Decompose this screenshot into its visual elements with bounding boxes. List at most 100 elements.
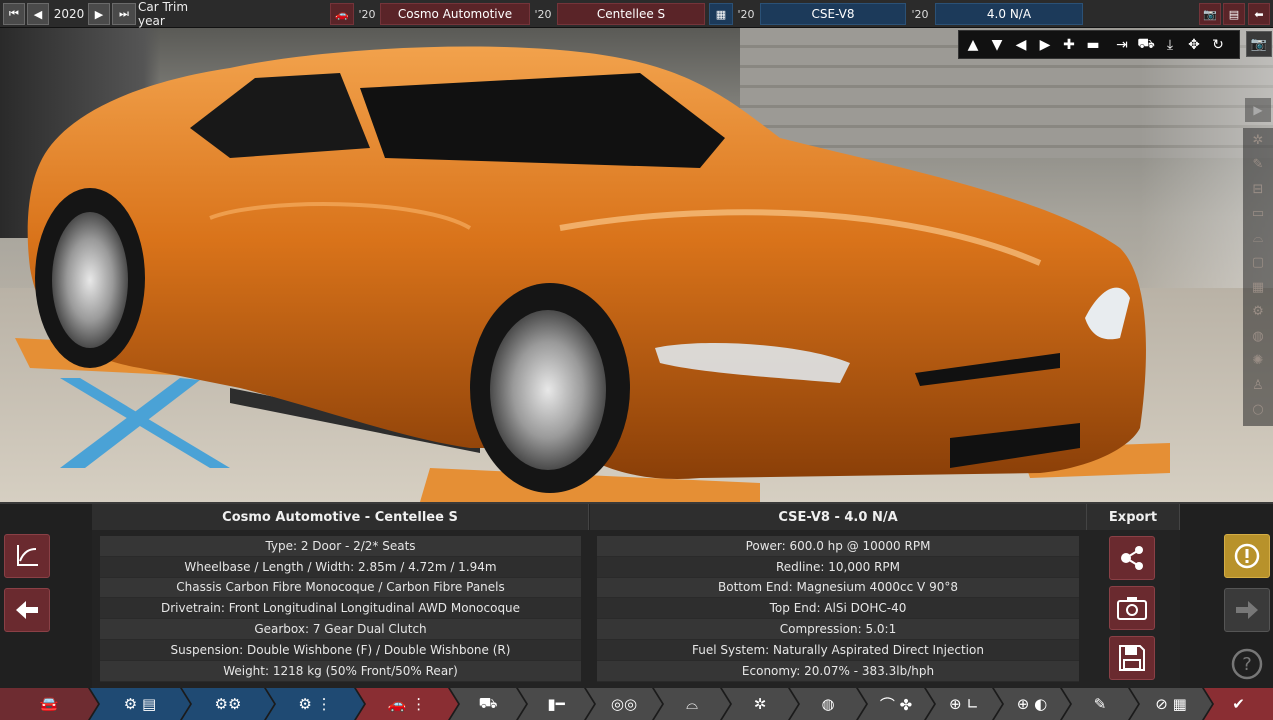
car-type-row: Type: 2 Door - 2/2* Seats — [100, 536, 581, 557]
engine-icon[interactable]: ▦ — [709, 3, 733, 25]
car-info-list: Type: 2 Door - 2/2* Seats Wheelbase / Le… — [100, 536, 581, 682]
tab-finish-check-icon[interactable]: ✔ — [1204, 688, 1273, 720]
tab-engine-family-icon[interactable]: ⚙ ▤ — [90, 688, 190, 720]
engine-bottom-end-row: Bottom End: Magnesium 4000cc V 90°8 — [597, 577, 1079, 599]
variant-year-prefix: '20 — [911, 7, 929, 21]
manufacturer-selector[interactable]: Cosmo Automotive — [380, 3, 530, 25]
tab-fixtures-icon[interactable]: ◎◎ — [586, 688, 662, 720]
engine-info-title: CSE-V8 - 4.0 N/A — [590, 504, 1087, 530]
last-year-button[interactable]: ⏭ — [112, 3, 136, 25]
first-year-button[interactable]: ⏮ — [3, 3, 25, 25]
camera-icon[interactable]: 📷 — [1199, 3, 1221, 25]
camera-control-panel: ▲ ▼ ◀ ▶ ✚ ▬ ⇥ ⛟ ⤓ ✥ ↻ — [958, 30, 1240, 59]
circle-view-icon[interactable]: ○ — [1243, 398, 1273, 423]
share-icon[interactable] — [1109, 536, 1155, 580]
car-chassis-row: Chassis Carbon Fibre Monocoque / Carbon … — [100, 577, 581, 599]
engine-family-selector[interactable]: CSE-V8 — [760, 3, 906, 25]
engine-redline-row: Redline: 10,000 RPM — [597, 556, 1079, 578]
export-title: Export — [1087, 504, 1180, 530]
engine-year-prefix: '20 — [737, 7, 755, 21]
screenshot-icon[interactable]: 📷 — [1246, 31, 1272, 57]
car-drivetrain-row: Drivetrain: Front Longitudinal Longitudi… — [100, 598, 581, 620]
car-gearbox-row: Gearbox: 7 Gear Dual Clutch — [100, 619, 581, 640]
trim-selector[interactable]: Centellee S — [557, 3, 705, 25]
zoom-out-icon[interactable]: ▬ — [1082, 34, 1104, 56]
wheel-view-icon[interactable]: ✲ — [1243, 128, 1273, 153]
next-year-button[interactable]: ▶ — [88, 3, 110, 25]
engine-view-icon[interactable]: ▦ — [1243, 275, 1273, 300]
expand-arrow-icon[interactable]: ▶ — [1245, 98, 1271, 122]
ground-view-icon[interactable]: ⤓ — [1159, 34, 1181, 56]
camera-down-icon[interactable]: ▼ — [986, 34, 1008, 56]
tab-aero-icon[interactable]: ⌒ ✤ — [858, 688, 934, 720]
move-to-side-icon[interactable]: ⇥ — [1111, 34, 1133, 56]
suspension-view-icon[interactable]: ⚙ — [1243, 300, 1273, 325]
tab-paint-icon[interactable]: ✎ — [1062, 688, 1138, 720]
warning-icon[interactable] — [1224, 534, 1270, 578]
frame-view-icon[interactable]: ▭ — [1243, 202, 1273, 227]
app-window: ⏮ ◀ 2020 ▶ ⏭ Car Trim year 🚗 '20 Cosmo A… — [0, 0, 1273, 720]
tab-trim-icon[interactable]: ⌓ — [654, 688, 730, 720]
rear-wheel — [35, 188, 145, 368]
tab-chassis-icon[interactable]: ▮━ — [518, 688, 594, 720]
tab-body-icon[interactable]: ⛟ — [450, 688, 526, 720]
back-arrow-button[interactable] — [4, 588, 50, 632]
left-action-column — [0, 504, 92, 688]
brake-view-icon[interactable]: ◍ — [1243, 324, 1273, 349]
car-model-icon[interactable]: 🚗 — [330, 3, 354, 25]
paint-view-icon[interactable]: ✎ — [1243, 153, 1273, 178]
car-3d-viewport[interactable] — [0, 28, 1273, 502]
help-icon[interactable]: ? — [1224, 642, 1270, 686]
engine-fuel-system-row: Fuel System: Naturally Aspirated Direct … — [597, 639, 1079, 661]
gear-view-icon[interactable]: ✺ — [1243, 349, 1273, 374]
engine-top-end-row: Top End: AlSi DOHC-40 — [597, 598, 1079, 620]
tab-wheels-icon[interactable]: ✲ — [722, 688, 798, 720]
tab-car-model-icon[interactable]: 🚘 — [0, 688, 98, 720]
model-year-prefix: '20 — [358, 7, 376, 21]
driver-view-icon[interactable]: ♙ — [1243, 373, 1273, 398]
zoom-in-icon[interactable]: ✚ — [1058, 34, 1080, 56]
top-toolbar: ⏮ ◀ 2020 ▶ ⏭ Car Trim year 🚗 '20 Cosmo A… — [0, 0, 1273, 28]
tab-interior-icon[interactable]: ⊕ ∟ — [926, 688, 1002, 720]
info-panel: Cosmo Automotive - Centellee S Type: 2 D… — [0, 502, 1273, 688]
right-action-column: ? — [1180, 504, 1273, 688]
tab-engine-tree-icon[interactable]: ⚙ ⋮ — [266, 688, 364, 720]
photo-icon[interactable] — [1109, 586, 1155, 630]
save-icon[interactable] — [1109, 636, 1155, 680]
camera-up-icon[interactable]: ▲ — [962, 34, 984, 56]
tab-car-trim-icon[interactable]: 🚗 ⋮ — [356, 688, 458, 720]
car-dimensions-row: Wheelbase / Length / Width: 2.85m / 4.72… — [100, 556, 581, 578]
reset-rotation-icon[interactable]: ↻ — [1207, 34, 1229, 56]
engine-variant-selector[interactable]: 4.0 N/A — [935, 3, 1083, 25]
engine-info-list: Power: 600.0 hp @ 10000 RPM Redline: 10,… — [597, 536, 1079, 682]
engine-compression-row: Compression: 5.0:1 — [597, 619, 1079, 640]
engine-power-row: Power: 600.0 hp @ 10000 RPM — [597, 536, 1079, 557]
export-column: Export — [1087, 504, 1180, 688]
car-model — [15, 46, 1170, 502]
interior-view-icon[interactable]: ▢ — [1243, 251, 1273, 276]
tab-tuning-icon[interactable]: ⊕ ◐ — [994, 688, 1070, 720]
chassis-view-icon[interactable]: ⊟ — [1243, 177, 1273, 202]
trim-year-prefix: '20 — [534, 7, 552, 21]
car-weight-row: Weight: 1218 kg (50% Front/50% Rear) — [100, 660, 581, 682]
body-view-icon[interactable]: ⌓ — [1243, 226, 1273, 251]
back-arrow-icon[interactable]: ⬅ — [1248, 3, 1270, 25]
spreadsheet-icon[interactable]: ▤ — [1223, 3, 1245, 25]
car-suspension-row: Suspension: Double Wishbone (F) / Double… — [100, 639, 581, 661]
previous-year-button[interactable]: ◀ — [27, 3, 49, 25]
next-arrow-icon[interactable] — [1224, 588, 1270, 632]
tab-engine-variant-icon[interactable]: ⚙⚙ — [182, 688, 274, 720]
front-view-icon[interactable]: ⛟ — [1135, 34, 1157, 56]
camera-right-icon[interactable]: ▶ — [1034, 34, 1056, 56]
front-wheel — [470, 283, 630, 493]
tab-testing-icon[interactable]: ⊘ ▦ — [1130, 688, 1212, 720]
graph-icon[interactable] — [4, 534, 50, 578]
engine-economy-row: Economy: 20.07% - 383.3lb/hph — [597, 660, 1079, 682]
car-info-title: Cosmo Automotive - Centellee S — [92, 504, 589, 530]
camera-left-icon[interactable]: ◀ — [1010, 34, 1032, 56]
svg-text:?: ? — [1242, 654, 1252, 675]
trim-year-label: Car Trim year — [138, 0, 189, 28]
pan-icon[interactable]: ✥ — [1183, 34, 1205, 56]
tab-brakes-icon[interactable]: ◍ — [790, 688, 866, 720]
design-stage-tabbar: 🚘 ⚙ ▤ ⚙⚙ ⚙ ⋮ 🚗 ⋮ ⛟ ▮━ ◎◎ ⌓ ✲ ◍ ⌒ ✤ ⊕ ∟ ⊕… — [0, 688, 1273, 720]
